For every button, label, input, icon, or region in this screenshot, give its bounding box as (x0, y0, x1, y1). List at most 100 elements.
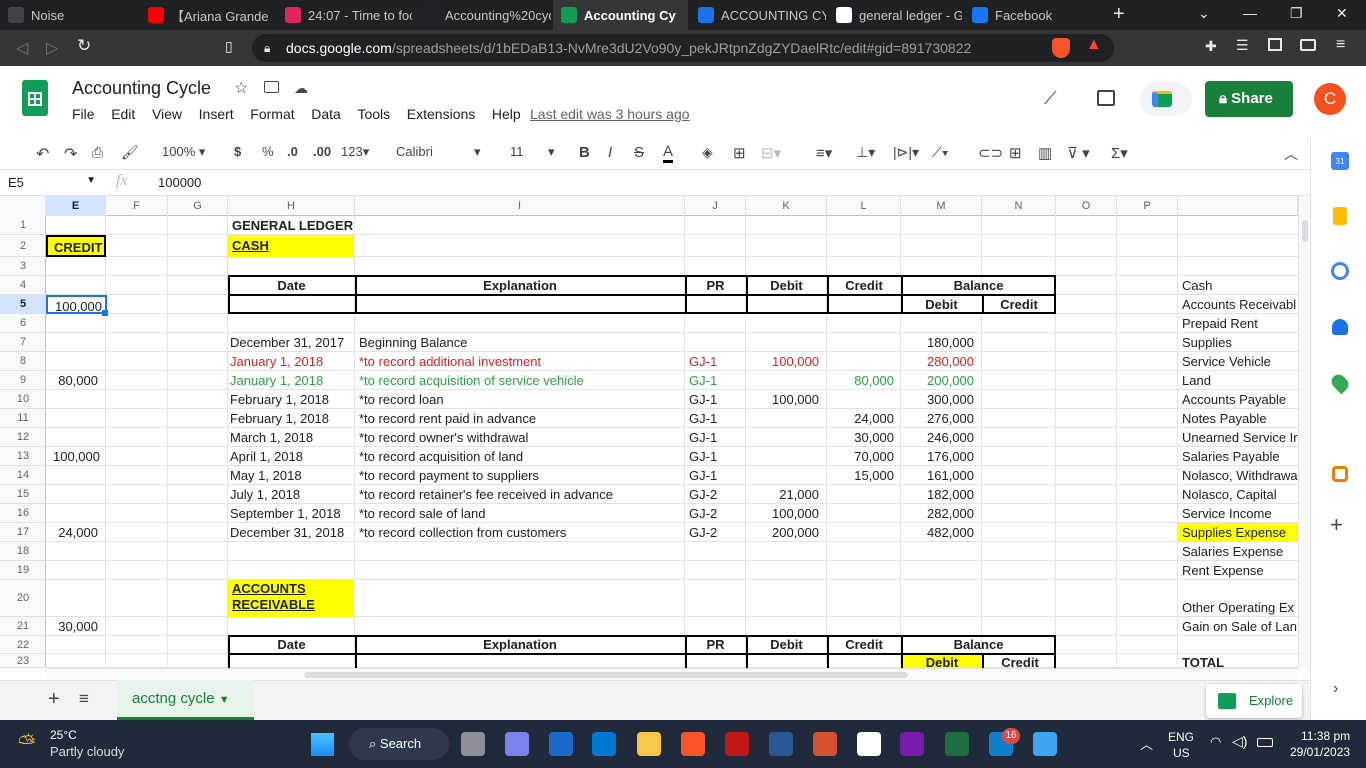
activity-trend-icon[interactable]: ⟋ (1044, 88, 1057, 109)
functions-icon[interactable]: Σ▾ (1111, 144, 1128, 162)
star-icon[interactable]: ☆ (234, 78, 248, 98)
row-header[interactable]: 21 (0, 617, 46, 636)
notion-icon[interactable] (857, 732, 881, 756)
column-header[interactable]: E (46, 196, 106, 216)
menu-item[interactable]: View (152, 106, 182, 122)
cloud-status-icon[interactable]: ☁ (294, 80, 308, 97)
menu-item[interactable]: Format (250, 106, 294, 122)
store-icon[interactable] (592, 732, 616, 756)
weather-icon[interactable]: ⛅︎ (18, 730, 36, 756)
row-header[interactable]: 20 (0, 580, 46, 617)
tasks-icon[interactable] (1331, 262, 1349, 280)
maps-icon[interactable] (1328, 371, 1352, 395)
onenote-icon[interactable] (900, 732, 924, 756)
close-window-icon[interactable]: ✕ (1336, 5, 1348, 22)
tray-chevron-icon[interactable]: ︿ (1140, 734, 1153, 753)
borders-icon[interactable]: ⊞ (733, 144, 746, 162)
link-icon[interactable]: ⊂⊃ (978, 144, 1003, 162)
move-icon[interactable] (264, 81, 279, 93)
font-size-select[interactable]: 11 ▾ (510, 144, 558, 159)
row-header[interactable]: 22 (0, 636, 46, 654)
brave-rewards-icon[interactable]: ▲ (1086, 36, 1102, 54)
row-header[interactable]: 9 (0, 371, 46, 390)
row-header[interactable]: 16 (0, 504, 46, 523)
task-view-icon[interactable] (461, 732, 485, 756)
browser-tab[interactable]: general ledger - G (828, 0, 962, 30)
sidebar-icon[interactable] (1268, 38, 1282, 51)
row-header[interactable]: 3 (0, 257, 46, 276)
browser-tab[interactable]: Facebook (964, 0, 1084, 30)
column-header[interactable]: M (901, 196, 982, 216)
file-explorer-icon[interactable] (637, 732, 661, 756)
column-header[interactable]: G (168, 196, 228, 216)
calendar-icon[interactable]: 31 (1331, 152, 1349, 170)
vertical-scrollbar[interactable] (1298, 196, 1310, 668)
undo-icon[interactable]: ↶ (36, 144, 49, 164)
explore-button[interactable]: Explore (1206, 684, 1302, 718)
row-header[interactable]: 6 (0, 314, 46, 333)
powerpoint-icon[interactable] (813, 732, 837, 756)
tab-search-icon[interactable]: ⌄ (1198, 5, 1210, 22)
merge-cells-icon[interactable]: ⊟▾ (761, 144, 781, 162)
playlist-icon[interactable]: ☰ (1236, 37, 1249, 54)
column-header[interactable]: P (1117, 196, 1178, 216)
share-button[interactable]: 🔒︎ Share (1205, 81, 1293, 117)
row-header[interactable]: 12 (0, 428, 46, 447)
percent-button[interactable]: % (262, 144, 274, 159)
row-header[interactable]: 7 (0, 333, 46, 352)
menu-item[interactable]: Insert (199, 106, 234, 122)
battery-icon[interactable] (1257, 738, 1273, 747)
collapse-toolbar-icon[interactable]: ︿ (1284, 144, 1298, 164)
column-header[interactable]: I (355, 196, 685, 216)
valign-icon[interactable]: ⊥▾ (856, 144, 875, 161)
add-addon-icon[interactable]: + (1330, 512, 1343, 538)
menu-item[interactable]: Extensions (407, 106, 475, 122)
row-header[interactable]: 5 (0, 295, 46, 314)
sheets-logo-icon[interactable] (22, 80, 48, 116)
sheet-tab-active[interactable]: acctng cycle ▼ (117, 680, 254, 720)
word-icon[interactable] (769, 732, 793, 756)
column-header[interactable]: L (827, 196, 901, 216)
column-header[interactable] (1178, 196, 1298, 216)
menu-icon[interactable]: ≡ (1336, 36, 1345, 54)
extensions-icon[interactable]: ✚ (1205, 38, 1217, 55)
teams-icon[interactable] (505, 732, 529, 756)
browser-tab[interactable]: Accounting%20cyc (414, 0, 551, 30)
addon-icon[interactable] (1332, 466, 1348, 482)
row-header[interactable]: 4 (0, 276, 46, 295)
row-header[interactable]: 18 (0, 542, 46, 561)
fill-handle[interactable] (102, 310, 108, 316)
minimize-icon[interactable]: — (1243, 5, 1257, 21)
comment-icon[interactable]: ⊞ (1009, 144, 1022, 162)
number-format-select[interactable]: 123▾ (341, 144, 369, 160)
row-header[interactable]: 1 (0, 216, 46, 235)
print-icon[interactable]: ⎙ (92, 144, 103, 161)
browser-tab[interactable]: 【Ariana Grande (140, 0, 275, 30)
menu-item[interactable]: File (72, 106, 95, 122)
volume-icon[interactable]: ◁) (1232, 733, 1247, 750)
row-header[interactable]: 10 (0, 390, 46, 409)
text-color-icon[interactable]: A (663, 144, 674, 163)
select-all-corner[interactable] (0, 196, 46, 216)
weather-temp[interactable]: 25°C (50, 728, 77, 742)
weather-desc[interactable]: Partly cloudy (50, 744, 124, 759)
row-header[interactable]: 8 (0, 352, 46, 371)
fill-color-icon[interactable]: ◈ (702, 144, 713, 161)
column-header[interactable]: J (685, 196, 746, 216)
app-icon[interactable] (549, 732, 573, 756)
font-select[interactable]: Calibri ▾ (396, 144, 484, 159)
search-box[interactable]: ⌕ Search (349, 728, 449, 760)
mcafee-icon[interactable] (725, 732, 749, 756)
menu-item[interactable]: Data (311, 106, 341, 122)
browser-tab[interactable]: ACCOUNTING CYC (690, 0, 826, 30)
restore-icon[interactable]: ❐ (1290, 5, 1303, 22)
brave-icon[interactable] (681, 732, 705, 756)
all-sheets-icon[interactable]: ≡ (79, 689, 89, 709)
row-header[interactable]: 17 (0, 523, 46, 542)
new-tab-icon[interactable]: + (1113, 3, 1125, 26)
add-sheet-icon[interactable]: + (48, 688, 60, 711)
contacts-icon[interactable] (1332, 319, 1348, 335)
wallet-icon[interactable] (1300, 39, 1316, 51)
redo-icon[interactable]: ↷ (64, 144, 77, 164)
row-header[interactable]: 13 (0, 447, 46, 466)
